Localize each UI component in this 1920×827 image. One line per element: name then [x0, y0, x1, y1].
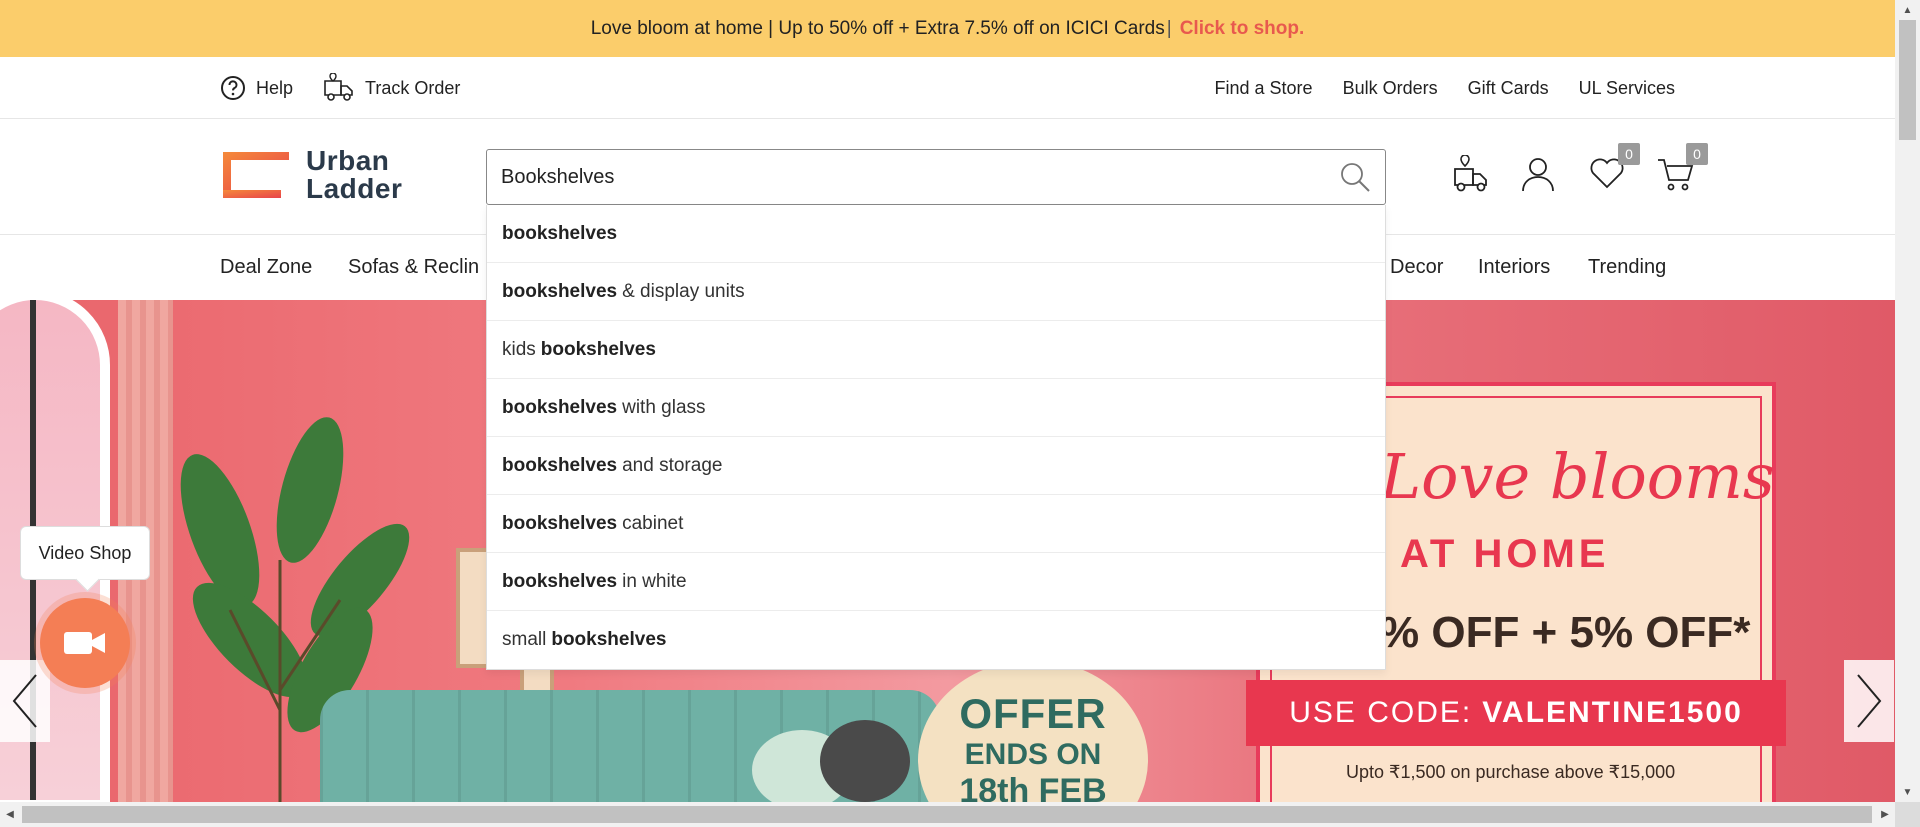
video-camera-icon — [64, 632, 105, 654]
suggestion-keyword: bookshelves — [551, 629, 667, 650]
suggestion-keyword: bookshelves — [502, 222, 618, 244]
logo-mark-icon — [220, 149, 292, 201]
suggestion-suffix: in white — [622, 570, 687, 592]
chevron-right-icon — [1857, 674, 1882, 728]
vertical-scroll-thumb[interactable] — [1899, 20, 1916, 140]
suggestion-item[interactable]: kids bookshelves — [487, 321, 1385, 379]
cushion-illustration — [820, 720, 910, 802]
scroll-up-arrow-icon[interactable]: ▲ — [1895, 0, 1920, 20]
suggestion-keyword: bookshelves — [502, 396, 618, 418]
video-shop-label[interactable]: Video Shop — [20, 526, 150, 580]
nav-item-deal-zone[interactable]: Deal Zone — [220, 256, 312, 279]
scroll-right-arrow-icon[interactable]: ▶ — [1875, 802, 1895, 827]
promo-cta-link[interactable]: Click to shop. — [1180, 18, 1305, 40]
suggestion-suffix: & display units — [622, 280, 745, 302]
suggestion-prefix: kids — [502, 338, 536, 360]
help-icon — [220, 75, 246, 101]
nav-item-interiors[interactable]: Interiors — [1478, 256, 1550, 279]
header-icons: 0 0 — [1452, 143, 1708, 193]
suggestion-item[interactable]: small bookshelves — [487, 611, 1385, 669]
carousel-next-button[interactable] — [1844, 660, 1894, 742]
find-store-link[interactable]: Find a Store — [1215, 78, 1313, 99]
ul-services-link[interactable]: UL Services — [1579, 78, 1675, 99]
promo-separator: | — [1166, 17, 1172, 39]
promo-text: Love bloom at home | Up to 50% off + Ext… — [590, 17, 1165, 39]
carousel-prev-button[interactable] — [0, 660, 50, 742]
suggestion-item[interactable]: bookshelves and storage — [487, 437, 1385, 495]
video-shop-button[interactable] — [40, 598, 130, 688]
page-viewport: Love bloom at home | Up to 50% off + Ext… — [0, 0, 1895, 802]
help-link[interactable]: Help — [220, 75, 293, 101]
coupon-code: VALENTINE1500 — [1482, 696, 1743, 729]
suggestion-suffix: cabinet — [622, 512, 684, 534]
logo-line-1: Urban — [306, 145, 390, 176]
suggestion-item[interactable]: bookshelves in white — [487, 553, 1385, 611]
coupon-label: USE CODE: — [1289, 696, 1473, 729]
suggestion-keyword: bookshelves — [502, 512, 618, 534]
offer-line-1: OFFER — [959, 690, 1107, 737]
suggestion-item[interactable]: bookshelves cabinet — [487, 495, 1385, 553]
scroll-down-arrow-icon[interactable]: ▼ — [1895, 782, 1920, 802]
wishlist-heart-icon[interactable]: 0 — [1588, 143, 1640, 193]
delivery-truck-icon — [323, 73, 355, 103]
bulk-orders-link[interactable]: Bulk Orders — [1343, 78, 1438, 99]
offer-ends-badge: OFFER ENDS ON 18th FEB — [918, 660, 1148, 802]
logo-line-2: Ladder — [306, 173, 403, 204]
track-order-link[interactable]: Track Order — [323, 73, 460, 103]
suggestion-prefix: small — [502, 629, 547, 650]
suggestion-keyword: bookshelves — [502, 570, 618, 592]
suggestion-keyword: bookshelves — [502, 280, 618, 302]
cart-icon[interactable]: 0 — [1656, 143, 1708, 193]
nav-item-sofas-recliners[interactable]: Sofas & Reclin — [348, 256, 479, 279]
offer-line-3: 18th FEB — [959, 772, 1107, 802]
scrollbar-corner — [1895, 802, 1920, 827]
suggestion-item[interactable]: bookshelves with glass — [487, 379, 1385, 437]
search-input[interactable] — [501, 165, 1371, 189]
hero-fineprint: Upto ₹1,500 on purchase above ₹15,000 — [1346, 762, 1676, 782]
suggestion-item[interactable]: bookshelves & display units — [487, 263, 1385, 321]
urban-ladder-logo[interactable]: Urban Ladder — [220, 147, 402, 203]
suggestion-suffix: with glass — [622, 396, 706, 418]
gift-cards-link[interactable]: Gift Cards — [1468, 78, 1549, 99]
hero-headline: Love blooms — [1380, 440, 1775, 513]
nav-item-trending[interactable]: Trending — [1588, 256, 1666, 279]
search-suggestions: bookshelves bookshelves & display units k… — [486, 205, 1386, 670]
suggestion-keyword: bookshelves — [540, 338, 656, 360]
suggestion-suffix: and storage — [622, 454, 723, 476]
suggestion-item[interactable]: bookshelves — [487, 205, 1385, 263]
hero-subhead: AT HOME — [1400, 532, 1610, 576]
utility-bar: Help Track Order Find a Store Bulk Order… — [0, 57, 1895, 119]
horizontal-scrollbar[interactable]: ◀ ▶ — [0, 802, 1895, 827]
chevron-left-icon — [12, 674, 37, 728]
search-icon[interactable] — [1339, 161, 1371, 198]
user-profile-icon[interactable] — [1520, 155, 1558, 193]
nav-item-decor[interactable]: Decor — [1390, 256, 1443, 279]
track-order-label: Track Order — [365, 77, 461, 98]
store-locator-icon[interactable] — [1452, 154, 1490, 193]
coupon-ribbon: USE CODE: VALENTINE1500 — [1246, 680, 1786, 746]
vertical-scrollbar[interactable]: ▲ ▼ — [1895, 0, 1920, 802]
suggestion-keyword: bookshelves — [502, 454, 618, 476]
help-label: Help — [256, 77, 294, 98]
logo-text: Urban Ladder — [306, 147, 402, 203]
promo-bar[interactable]: Love bloom at home | Up to 50% off + Ext… — [0, 0, 1895, 57]
hero-discount: % OFF + 5% OFF* — [1380, 608, 1751, 657]
wishlist-count-badge: 0 — [1618, 143, 1640, 165]
horizontal-scroll-thumb[interactable] — [22, 806, 1872, 823]
search-box[interactable] — [486, 149, 1386, 205]
cart-count-badge: 0 — [1686, 143, 1708, 165]
wall-frame — [456, 548, 490, 668]
scroll-left-arrow-icon[interactable]: ◀ — [0, 802, 20, 827]
offer-line-2: ENDS ON — [964, 738, 1102, 771]
